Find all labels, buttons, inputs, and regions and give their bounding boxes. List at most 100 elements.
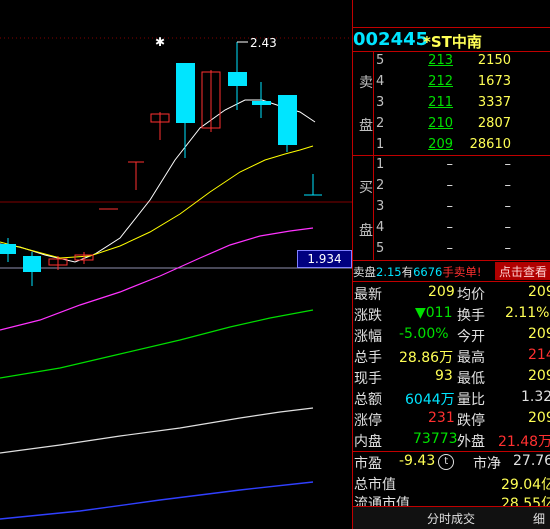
total-hands-label: 总手 — [354, 350, 382, 366]
pe-info-icon[interactable]: t — [438, 454, 455, 470]
buy-level-number: 5 — [376, 241, 385, 256]
pb-value: 27.76 — [513, 453, 550, 469]
pct-value: -5.00% — [399, 326, 449, 342]
ma-line-white — [0, 99, 316, 263]
quote-panel: 002445 *ST中南 卖 盘 5 213 2150 4 212 1673 3 211 333… — [352, 0, 550, 529]
buy-price: – — [446, 199, 454, 214]
candle — [0, 244, 16, 254]
sell-price: 212 — [428, 74, 453, 89]
divider — [353, 155, 550, 156]
buy-price: – — [446, 220, 454, 235]
high-marker-text: 2.43 — [250, 36, 277, 50]
stock-name[interactable]: *ST中南 — [423, 31, 482, 52]
sell-level-row[interactable]: 4 212 1673 — [353, 74, 550, 95]
ma-line-magenta — [0, 227, 314, 331]
event-marker-icon: ✱ — [155, 35, 165, 49]
sell-volume: 3337 — [477, 95, 511, 110]
pct-label: 涨幅 — [354, 329, 382, 345]
ma-line-green — [0, 309, 314, 379]
sell-level-number: 4 — [376, 74, 385, 89]
sell-level-row[interactable]: 3 211 3337 — [353, 95, 550, 116]
open-value: 209 — [528, 326, 550, 342]
outer-value: 21.48万 — [498, 434, 550, 450]
open-label: 今开 — [457, 329, 485, 345]
change-value: ▼011 — [415, 305, 453, 321]
notice-text: 卖盘2.15有6676手卖单! — [353, 265, 482, 279]
high-label: 最高 — [457, 350, 485, 366]
buy-level-row[interactable]: 4 – – — [353, 220, 550, 241]
pb-label: 市净 — [473, 456, 501, 472]
sell-price: 213 — [428, 53, 453, 68]
candles — [0, 42, 322, 286]
limit-up-value: 231 — [428, 410, 455, 426]
turnover-label: 换手 — [457, 308, 485, 324]
latest-label: 最新 — [354, 287, 382, 303]
buy-price: – — [446, 241, 454, 256]
buy-level-row[interactable]: 2 – – — [353, 178, 550, 199]
view-details-button[interactable]: 点击查看 — [494, 262, 550, 280]
sell-level-row[interactable]: 5 213 2150 — [353, 53, 550, 74]
sell-price: 209 — [428, 137, 453, 152]
sell-level-row[interactable]: 2 210 2807 — [353, 116, 550, 137]
buy-level-row[interactable]: 5 – – — [353, 241, 550, 262]
candle — [23, 256, 41, 272]
sell-volume: 2807 — [477, 116, 511, 131]
buy-level-row[interactable]: 1 – – — [353, 157, 550, 178]
sell-order-notice: 卖盘2.15有6676手卖单! 点击查看 — [353, 262, 550, 280]
divider — [353, 281, 550, 282]
high-value: 214 — [528, 347, 550, 363]
bottom-tabs: 分时成交 细 — [353, 506, 550, 529]
buy-level-number: 4 — [376, 220, 385, 235]
ma-line-blue — [0, 481, 314, 520]
latest-value: 209 — [428, 284, 455, 300]
tab-time-sales[interactable]: 分时成交 — [427, 510, 475, 527]
pe-label: 市盈 — [354, 456, 382, 472]
amount-label: 总额 — [354, 392, 382, 408]
market-cap-label: 总市值 — [354, 477, 396, 493]
stock-header[interactable]: 002445 *ST中南 — [353, 28, 550, 52]
sell-level-number: 5 — [376, 53, 385, 68]
low-value: 209 — [528, 368, 550, 384]
sell-price: 210 — [428, 116, 453, 131]
turnover-value: 2.11% — [505, 305, 550, 321]
pe-value: -9.43 t — [399, 453, 455, 474]
buy-level-number: 2 — [376, 178, 385, 193]
limit-down-value: 209 — [528, 410, 550, 426]
divider — [353, 51, 550, 52]
buy-level-number: 3 — [376, 199, 385, 214]
current-price-label: 1.934 — [297, 250, 352, 268]
low-label: 最低 — [457, 371, 485, 387]
divider — [353, 451, 550, 452]
candle — [252, 101, 271, 105]
tab-detail[interactable]: 细 — [533, 510, 545, 527]
divider — [353, 260, 550, 261]
current-hands-label: 现手 — [354, 371, 382, 387]
limit-up-label: 涨停 — [354, 413, 382, 429]
inner-label: 内盘 — [354, 434, 382, 450]
sell-volume: 1673 — [477, 74, 511, 89]
total-hands-value: 28.86万 — [399, 350, 454, 366]
avg-value: 209 — [528, 284, 550, 300]
kline-chart-area[interactable]: 2.43 ✱ 1.934 — [0, 0, 352, 529]
stock-code[interactable]: 002445 — [353, 29, 428, 50]
buy-volume: – — [504, 157, 512, 172]
amount-value: 6044万 — [405, 392, 455, 408]
buy-volume: – — [504, 199, 512, 214]
market-cap-value: 29.04亿 — [501, 477, 550, 493]
limit-down-label: 跌停 — [457, 413, 485, 429]
buy-volume: – — [504, 220, 512, 235]
buy-price: – — [446, 157, 454, 172]
buy-level-row[interactable]: 3 – – — [353, 199, 550, 220]
current-hands-value: 93 — [435, 368, 453, 384]
avg-label: 均价 — [457, 287, 485, 303]
inner-value: 73773 — [413, 431, 458, 447]
sell-price: 211 — [428, 95, 453, 110]
change-label: 涨跌 — [354, 308, 382, 324]
sell-level-number: 2 — [376, 116, 385, 131]
candle — [176, 63, 195, 123]
candle — [228, 72, 247, 86]
candle — [278, 95, 297, 145]
sell-level-number: 1 — [376, 137, 385, 152]
sell-volume: 2150 — [477, 53, 511, 68]
vol-ratio-label: 量比 — [457, 392, 485, 408]
